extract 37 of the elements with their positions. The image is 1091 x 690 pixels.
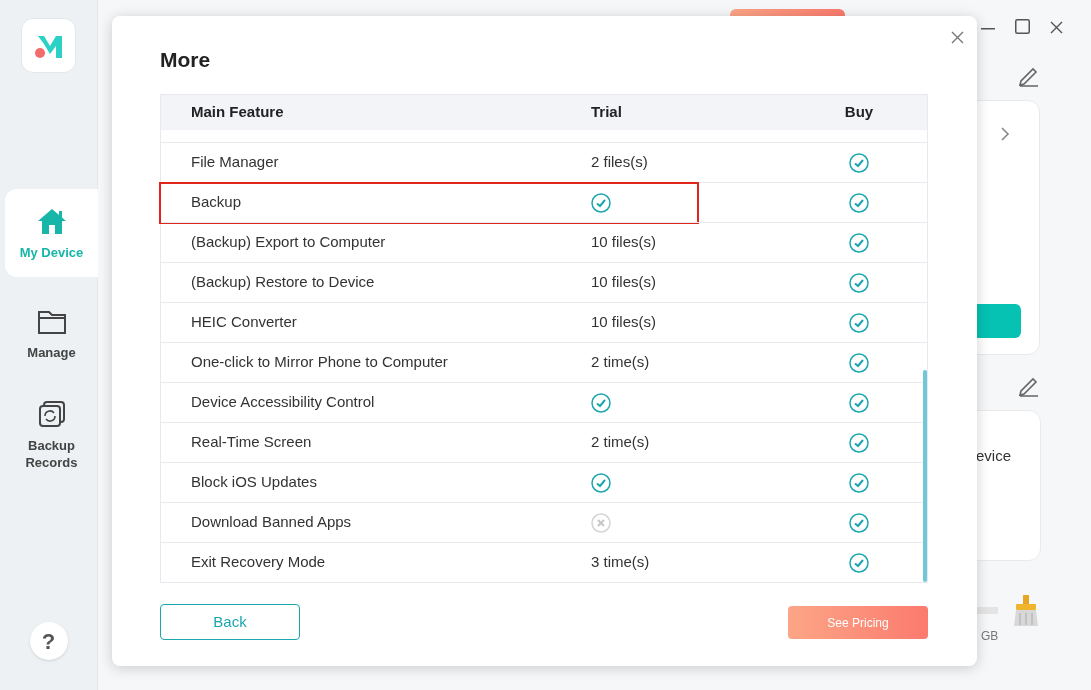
feature-name: HEIC Converter (191, 313, 297, 331)
trial-limit: 2 files(s) (591, 152, 648, 173)
storage-label: GB (981, 628, 999, 645)
maximize-icon[interactable] (1015, 19, 1030, 34)
feature-name: Exit Recovery Mode (191, 553, 326, 571)
column-header: Main Feature (191, 103, 284, 121)
app-logo (21, 18, 76, 73)
chevron-right-icon[interactable] (1000, 126, 1010, 142)
feature-name: Real-Time Screen (191, 433, 312, 451)
column-header: Trial (591, 103, 622, 121)
trial-limit: 10 files(s) (591, 272, 657, 293)
minimize-icon[interactable] (981, 28, 995, 30)
trial-limit: 10 files(s) (591, 232, 657, 253)
feature-name: (Backup) Restore to Device (191, 273, 375, 291)
feature-name: Device Accessibility Control (191, 393, 375, 411)
feature-name: Backup (191, 193, 242, 211)
close-icon[interactable] (951, 31, 964, 44)
column-header: Buy (844, 102, 874, 123)
pencil-icon[interactable] (1018, 377, 1040, 397)
storage-bar (976, 607, 998, 614)
sidebar-item[interactable]: Manage (5, 287, 98, 379)
feature-name: (Backup) Export to Computer (191, 233, 386, 251)
trial-limit: 10 files(s) (591, 312, 657, 333)
dialog-title: More (160, 48, 212, 72)
sidebar-item[interactable]: Backup Records (5, 389, 98, 481)
scrollbar[interactable] (923, 370, 927, 582)
feature-name: Download Banned Apps (191, 513, 352, 531)
close-icon[interactable] (1050, 21, 1063, 34)
device-label: evice (976, 446, 1012, 466)
feature-name: Block iOS Updates (191, 473, 317, 491)
help-button[interactable]: ? (29, 622, 68, 660)
feature-name: File Manager (191, 153, 279, 171)
pencil-icon[interactable] (1018, 67, 1040, 87)
trial-limit: 2 time(s) (591, 352, 650, 373)
feature-name: One-click to Mirror Phone to Computer (191, 353, 448, 371)
trial-limit: 3 time(s) (591, 552, 650, 573)
trial-limit: 2 time(s) (591, 432, 650, 453)
